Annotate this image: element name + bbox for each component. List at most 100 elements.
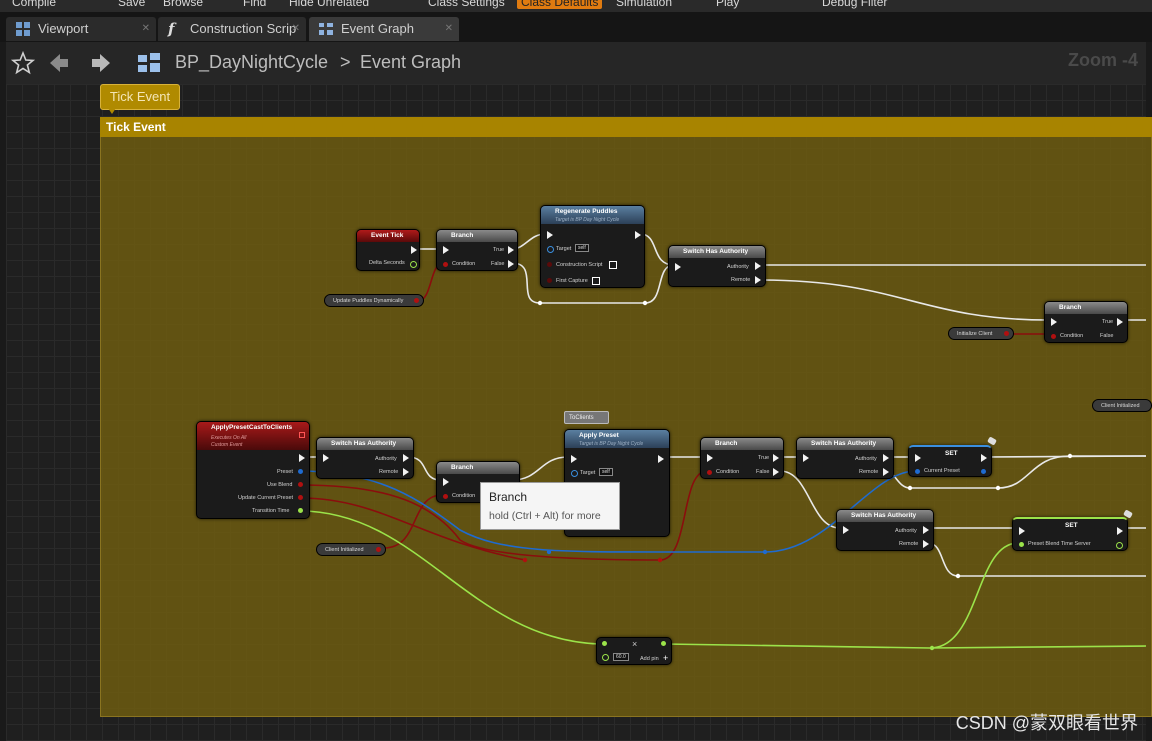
exec-in-pin[interactable] [1019,527,1025,535]
reroute-knot[interactable] [955,573,961,579]
float-wire [663,542,1019,649]
exec-out-pin[interactable] [1117,332,1123,340]
plus-icon[interactable]: + [663,653,668,663]
reroute-knot[interactable] [907,485,913,491]
reroute-knot[interactable] [522,557,528,563]
float-pin[interactable] [602,654,609,661]
variable-get-node[interactable]: Initialize Client [948,327,1014,340]
condition-pin[interactable] [1051,334,1056,339]
bool-pin[interactable] [1004,331,1009,336]
reroute-knot[interactable] [657,557,663,563]
exec-in-pin[interactable] [571,455,577,463]
struct-pin[interactable] [915,469,920,474]
exec-wire [984,455,1147,458]
bool-pin[interactable] [298,482,303,487]
switch-has-authority-node[interactable]: Switch Has Authority Authority Remote [668,245,766,287]
exec-in-pin[interactable] [915,454,921,462]
exec-out-pin[interactable] [1117,527,1123,535]
exec-out-pin[interactable] [981,454,987,462]
custom-event-node[interactable]: ApplyPresetCastToClients Executes On All… [196,421,310,519]
exec-out-pin[interactable] [508,246,514,254]
to-clients-tag: ToClients [564,411,609,424]
float-pin[interactable] [1116,542,1123,549]
condition-pin[interactable] [707,470,712,475]
node-title: Switch Has Authority [683,248,749,255]
pin-label: Construction Script [556,262,603,268]
switch-has-authority-node[interactable]: Switch Has Authority Authority Remote [836,509,934,551]
checkbox[interactable] [609,261,617,269]
exec-in-pin[interactable] [803,454,809,462]
exec-in-pin[interactable] [443,246,449,254]
condition-pin[interactable] [443,262,448,267]
exec-out-pin[interactable] [658,455,664,463]
self-value[interactable]: self [599,468,613,476]
exec-out-pin[interactable] [755,276,761,284]
exec-in-pin[interactable] [323,454,329,462]
branch-node[interactable]: Branch Condition True False [1044,301,1128,343]
exec-out-pin[interactable] [1117,318,1123,326]
float-pin[interactable] [661,641,666,646]
exec-in-pin[interactable] [547,231,553,239]
self-value[interactable]: self [575,244,589,252]
bool-pin[interactable] [547,262,552,267]
target-pin[interactable] [547,246,554,253]
switch-has-authority-node[interactable]: Switch Has Authority Authority Remote [796,437,894,479]
exec-out-pin[interactable] [508,260,514,268]
pin-label: Authority [375,456,397,462]
bool-pin[interactable] [414,298,419,303]
variable-get-node[interactable]: Client Initialized [316,543,386,556]
checkbox[interactable] [592,277,600,285]
float-value[interactable]: 60.0 [613,653,629,661]
reroute-knot[interactable] [1067,453,1073,459]
delegate-pin[interactable] [299,432,305,438]
node-header [437,462,519,474]
pin-label: Current Preset [924,468,960,474]
float-pin[interactable] [298,508,303,513]
exec-out-pin[interactable] [403,468,409,476]
exec-out-pin[interactable] [635,231,641,239]
reroute-knot[interactable] [546,549,552,555]
exec-in-pin[interactable] [707,454,713,462]
exec-out-pin[interactable] [411,246,417,254]
exec-out-pin[interactable] [299,454,305,462]
regenerate-puddles-node[interactable]: Regenerate Puddles Target is BP Day Nigh… [540,205,645,288]
reroute-knot[interactable] [929,645,935,651]
bool-pin[interactable] [547,278,552,283]
exec-out-pin[interactable] [773,468,779,476]
branch-node[interactable]: Branch Condition True False [436,229,518,271]
float-pin[interactable] [410,261,417,268]
exec-in-pin[interactable] [443,478,449,486]
reroute-knot[interactable] [995,485,1001,491]
exec-out-pin[interactable] [403,454,409,462]
condition-pin[interactable] [443,494,448,499]
branch-node[interactable]: Branch Condition True False [700,437,784,479]
exec-in-pin[interactable] [675,263,681,271]
float-pin[interactable] [602,641,607,646]
exec-out-pin[interactable] [923,540,929,548]
reroute-knot[interactable] [537,300,543,306]
struct-pin[interactable] [981,469,986,474]
node-subtitle: Executes On All [211,435,247,441]
switch-has-authority-node[interactable]: Switch Has Authority Authority Remote [316,437,414,479]
variable-get-node[interactable]: Client Initialized [1092,399,1152,412]
struct-pin[interactable] [298,469,303,474]
exec-out-pin[interactable] [923,526,929,534]
exec-in-pin[interactable] [1051,318,1057,326]
bool-pin[interactable] [298,495,303,500]
variable-get-node[interactable]: Update Puddles Dynamically [324,294,424,307]
exec-in-pin[interactable] [843,526,849,534]
exec-out-pin[interactable] [773,454,779,462]
exec-out-pin[interactable] [883,468,889,476]
set-variable-node[interactable]: SET Current Preset [908,445,992,477]
set-variable-node[interactable]: SET Preset Blend Time Server [1012,517,1128,551]
float-pin[interactable] [1019,542,1024,547]
add-pin-label[interactable]: Add pin [640,656,659,662]
reroute-knot[interactable] [762,549,768,555]
event-tick-node[interactable]: Event Tick Delta Seconds [356,229,420,271]
exec-out-pin[interactable] [755,262,761,270]
reroute-knot[interactable] [642,300,648,306]
target-pin[interactable] [571,470,578,477]
bool-pin[interactable] [376,547,381,552]
exec-out-pin[interactable] [883,454,889,462]
multiply-float-node[interactable]: 60.0 × Add pin + [596,637,672,665]
